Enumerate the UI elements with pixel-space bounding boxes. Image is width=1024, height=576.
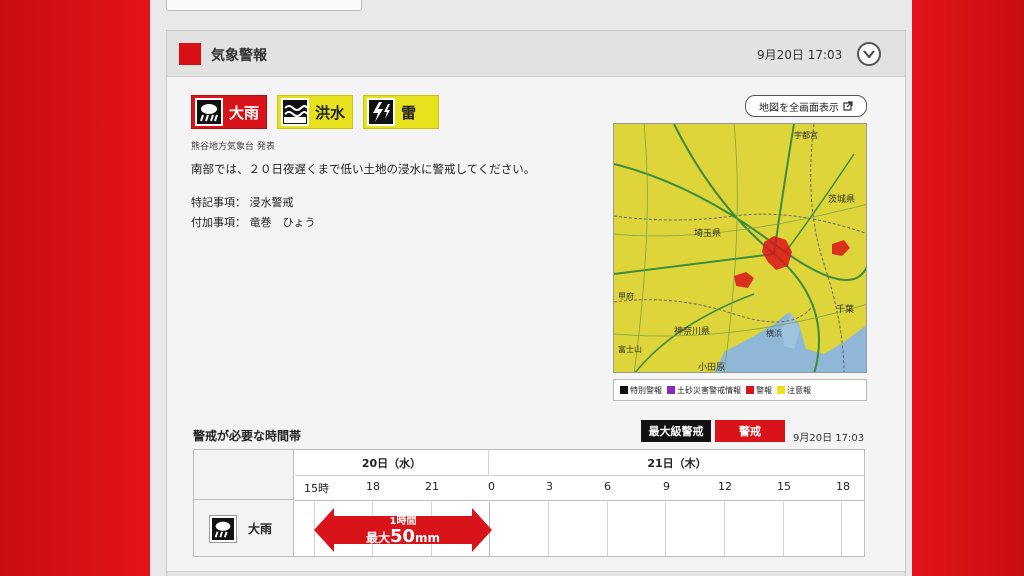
- warning-map[interactable]: 埼玉県 茨城県 千葉 神奈川県 小田原 富士山 甲府 宇都宮 横浜: [613, 123, 867, 373]
- legend-item: 注意報: [777, 385, 811, 396]
- timeline-hour: 3: [546, 480, 553, 493]
- timeline-hour: 12: [718, 480, 732, 493]
- page: 気象警報 9月20日 17:03 大雨 洪水 雷 熊谷地方気象台 発表 南部では…: [150, 0, 912, 576]
- timeline-title: 警戒が必要な時間帯: [193, 429, 302, 443]
- weather-warning-panel: 気象警報 9月20日 17:03 大雨 洪水 雷 熊谷地方気象台 発表 南部では…: [166, 30, 906, 576]
- panel-header[interactable]: 気象警報 9月20日 17:03: [167, 31, 905, 77]
- legend-swatch-red: [746, 386, 754, 394]
- background-right: [912, 0, 1024, 576]
- heavy-rain-icon: [209, 515, 237, 543]
- issuer-text: 熊谷地方気象台 発表: [191, 142, 275, 152]
- timeline-day-20: 20日（水）: [295, 450, 489, 476]
- place-label-fujisan: 富士山: [618, 344, 642, 354]
- timeline-hour: 9: [663, 480, 670, 493]
- legend-item: 土砂災害警戒情報: [667, 385, 741, 396]
- place-label-ibaraki: 茨城県: [828, 193, 855, 205]
- legend-swatch-purple: [667, 386, 675, 394]
- grid-line: [548, 502, 549, 556]
- warning-badge-heavy-rain: 大雨: [191, 95, 267, 129]
- fullscreen-map-button[interactable]: 地図を全画面表示: [745, 95, 867, 117]
- place-label-kofu: 甲府: [618, 291, 634, 301]
- additional-notes: 付加事項： 竜巻 ひょう: [191, 216, 316, 229]
- legend-item: 警報: [746, 385, 772, 396]
- legend-item: 特別警報: [620, 385, 662, 396]
- place-label-chiba: 千葉: [836, 303, 854, 315]
- timeline-hour: 21: [425, 480, 439, 493]
- warning-message: 南部では、２０日夜遅くまで低い土地の浸水に警戒してください。: [191, 162, 536, 176]
- fullscreen-map-label: 地図を全画面表示: [759, 102, 839, 114]
- place-label-odawara: 小田原: [698, 362, 725, 373]
- warning-badge-thunder: 雷: [363, 95, 439, 129]
- timeline-hour: 0: [488, 480, 495, 493]
- timeline-hour: 15時: [304, 482, 329, 495]
- thunder-icon: [367, 98, 395, 126]
- heavy-rain-alert-arrow: 1時間 最大50mm: [314, 506, 492, 554]
- flood-icon: [281, 98, 309, 126]
- special-notes: 特記事項： 浸水警戒: [191, 196, 294, 209]
- timeline-hour: 15: [777, 480, 791, 493]
- key-max-alert: 最大級警戒: [641, 420, 711, 442]
- collapse-chevron-icon[interactable]: [857, 42, 881, 66]
- grid-line: [724, 502, 725, 556]
- timeline-hour: 18: [836, 480, 850, 493]
- warning-label: 雷: [401, 103, 417, 122]
- warning-label: 洪水: [315, 103, 346, 122]
- timeline-hour: 6: [604, 480, 611, 493]
- grid-line: [783, 502, 784, 556]
- place-label-utsunomiya: 宇都宮: [794, 130, 818, 140]
- grid-line: [607, 502, 608, 556]
- timeline-timestamp: 9月20日 17:03: [793, 433, 865, 444]
- map-legend: 特別警報 土砂災害警戒情報 警報 注意報: [613, 379, 867, 401]
- grid-line: [841, 502, 842, 556]
- place-label-kanagawa: 神奈川県: [674, 325, 710, 337]
- timeline-divider: [295, 500, 864, 501]
- warning-label: 大雨: [229, 103, 260, 122]
- arrow-duration: 1時間: [389, 516, 417, 527]
- place-label-saitama: 埼玉県: [694, 227, 721, 239]
- place-label-yokohama: 横浜: [766, 328, 782, 338]
- legend-swatch-black: [620, 386, 628, 394]
- legend-swatch-yellow: [777, 386, 785, 394]
- warning-badge-flood: 洪水: [277, 95, 353, 129]
- timeline-table: 大雨 20日（水） 21日（木） 15時 18 21 0 3 6 9 12 15…: [193, 449, 865, 557]
- timeline-hour: 18: [366, 480, 380, 493]
- next-panel-stub: [167, 571, 905, 576]
- grid-line: [665, 502, 666, 556]
- arrow-max-rainfall: 最大50mm: [365, 526, 441, 547]
- warning-square-icon: [179, 43, 201, 65]
- timeline-row-header: 大雨: [194, 450, 294, 556]
- heavy-rain-icon: [195, 98, 223, 126]
- panel-timestamp: 9月20日 17:03: [757, 48, 843, 62]
- background-left: [0, 0, 150, 576]
- panel-title: 気象警報: [211, 48, 267, 64]
- timeline-day-21: 21日（木）: [490, 450, 864, 476]
- previous-panel-stub: [166, 0, 362, 11]
- external-link-icon: [843, 101, 853, 111]
- timeline-corner: [194, 450, 294, 500]
- key-alert: 警戒: [715, 420, 785, 442]
- timeline-row-label: 大雨: [248, 522, 273, 536]
